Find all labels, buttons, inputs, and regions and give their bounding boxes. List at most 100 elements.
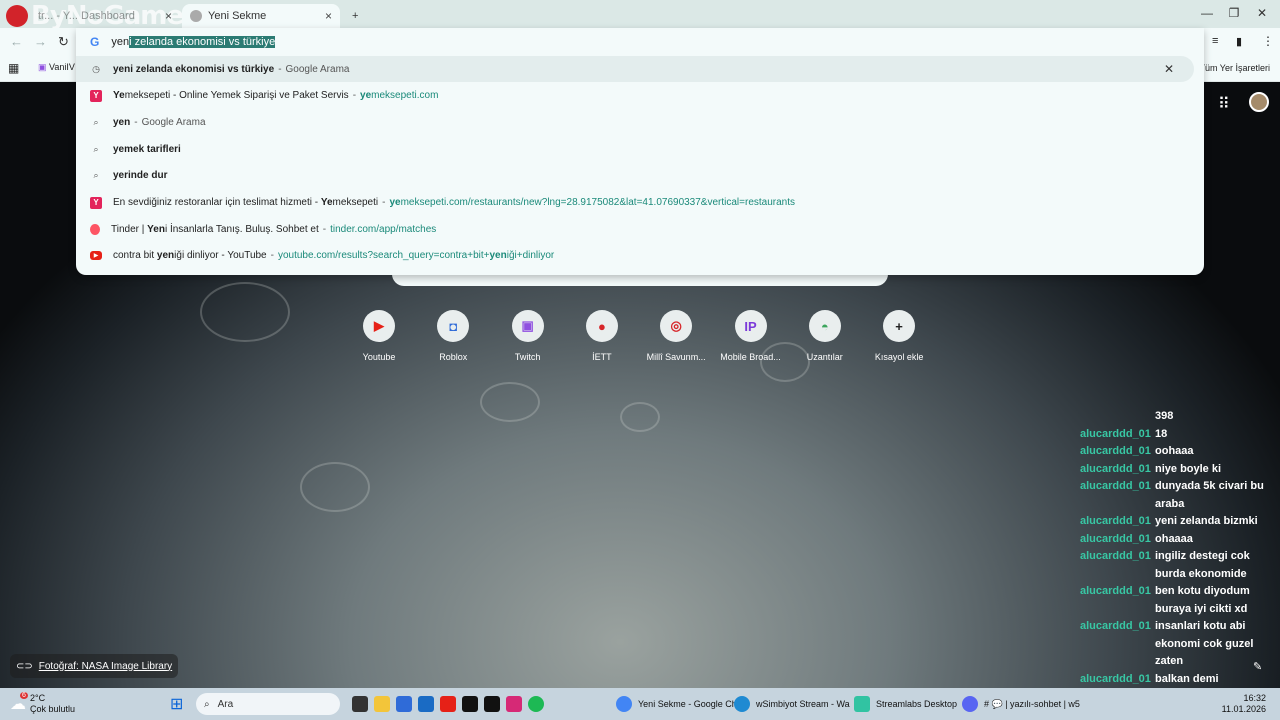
chat-message: alucarddd_01 yeni zelanda bizmki	[1080, 513, 1280, 531]
bookmark-icon[interactable]: ▮	[1236, 35, 1242, 48]
chat-username: alucarddd_01	[1080, 532, 1151, 545]
shortcut-tile[interactable]: ◘ Roblox	[415, 310, 491, 362]
instagram-icon[interactable]	[506, 696, 522, 712]
shortcut-icon: +	[883, 310, 916, 342]
omnibox-suggestion[interactable]: Tinder | Yen i İnsanlarla Tanış. Buluş. S…	[76, 216, 1204, 242]
taskbar-search[interactable]: ⌕ Ara	[196, 693, 340, 715]
pinned-apps	[352, 688, 550, 720]
tab-dashboard[interactable]: tr... - Y... Dashboard ×	[30, 4, 180, 28]
omnibox-suggestion[interactable]: Y En sevdiğiniz restoranlar için teslimat…	[76, 190, 1204, 216]
all-bookmarks-link[interactable]: Tüm Yer İşaretleri	[1199, 63, 1270, 73]
suggestion-separator: -	[382, 197, 386, 208]
twitch-icon: ▣	[38, 62, 47, 72]
weather-widget[interactable]: ☁ 6 2°C Çok bulutlu	[10, 688, 75, 720]
shortcut-label: Youtube	[362, 352, 396, 362]
omnibox-suggestion[interactable]: ⌕ ye rinde dur	[76, 163, 1204, 189]
capcut-icon[interactable]	[462, 696, 478, 712]
link-icon: ⊂⊃	[16, 660, 33, 672]
youtube-icon[interactable]	[440, 696, 456, 712]
streamlabs-icon	[854, 696, 870, 712]
omnibox-suggestion[interactable]: ⌕ yen - Google Arama	[76, 109, 1204, 135]
suggestion-match: yen	[113, 63, 131, 75]
back-icon[interactable]: ←	[10, 34, 23, 49]
discord-icon	[962, 696, 978, 712]
suggestion-match: Yen	[147, 223, 165, 235]
chat-username: alucarddd_01	[1080, 445, 1151, 457]
shortcut-label: Twitch	[514, 352, 541, 362]
close-tab-icon[interactable]: ×	[165, 9, 172, 23]
chat-username: alucarddd_01	[1080, 480, 1151, 492]
date: 11.01.2026	[1221, 704, 1266, 714]
shortcut-tile[interactable]: ● İETT	[564, 310, 640, 362]
restore-button[interactable]: ❐	[1222, 6, 1246, 20]
reload-icon[interactable]: ↻	[58, 34, 69, 50]
chat-username: alucarddd_01	[1080, 672, 1151, 685]
minimize-button[interactable]: —	[1195, 6, 1219, 20]
shortcut-tile[interactable]: ◎ Millî Savunm...	[638, 310, 714, 362]
shortcut-tile[interactable]: IP Mobile Broad...	[713, 310, 789, 362]
suggestion-text: rinde dur	[124, 170, 168, 182]
spotify-icon[interactable]	[528, 696, 544, 712]
chat-message: alucarddd_01 dunyada 5k civari bu araba	[1080, 478, 1280, 513]
tab-search-icon[interactable]: ≡	[1212, 35, 1218, 47]
weather-badge: 6	[20, 692, 28, 699]
chrome-icon	[616, 696, 632, 712]
start-button[interactable]: ⊞	[170, 688, 183, 720]
omnibox-autocomplete-text: i zelanda ekonomisi vs türkiye	[129, 36, 276, 48]
tiktok-icon[interactable]	[484, 696, 500, 712]
suggestion-url: youtube.com/results?search_query=contra+…	[277, 250, 490, 262]
menu-icon[interactable]: ⋮	[1262, 34, 1274, 48]
taskbar-app-streamlabs[interactable]: Streamlabs Desktop	[854, 688, 957, 720]
suggestion-url: tinder.com/app/matches	[330, 223, 437, 235]
google-apps-icon[interactable]: ⠿	[1218, 94, 1230, 114]
omnibox-suggestion[interactable]: ▶ contra bit yen iği dinliyor - YouTube - yo…	[76, 243, 1204, 269]
suggestion-match: yen	[113, 116, 131, 128]
chat-message: alucarddd_01 ingiliz destegi cok burda e…	[1080, 548, 1280, 583]
tab-label: tr... - Y... Dashboard	[38, 10, 135, 22]
outlook-icon[interactable]	[418, 696, 434, 712]
remove-suggestion-icon[interactable]: ✕	[1164, 62, 1174, 76]
omnibox-suggestion[interactable]: Y Ye meksepeti - Online Yemek Siparişi ve …	[76, 83, 1204, 109]
suggestion-text: iği dinliyor - YouTube	[174, 250, 267, 262]
omnibox-suggestion[interactable]: ⌕ ye mek tarifleri	[76, 136, 1204, 162]
chat-username: alucarddd_01	[1080, 462, 1151, 475]
search-icon: ⌕	[93, 143, 99, 154]
store-icon[interactable]	[396, 696, 412, 712]
tab-strip: ByNoGame tr... - Y... Dashboard × Yeni S…	[0, 0, 1280, 31]
shortcut-tile[interactable]: ◓ Uzantılar	[787, 310, 863, 362]
shortcut-label: Mobile Broad...	[720, 352, 781, 362]
edit-pencil-icon[interactable]: ✎	[1253, 660, 1262, 673]
shortcut-tile[interactable]: + Kısayol ekle	[861, 310, 937, 362]
system-clock[interactable]: 16:32 11.01.2026	[1222, 693, 1266, 715]
new-tab-button[interactable]: +	[344, 4, 366, 28]
shortcut-tile[interactable]: ▣ Twitch	[490, 310, 566, 362]
taskview-icon[interactable]	[352, 696, 368, 712]
photo-credit-link[interactable]: ⊂⊃ Fotoğraf: NASA Image Library	[10, 654, 179, 678]
omnibox-suggestion[interactable]: ◷ yen i zelanda ekonomisi vs türkiye - Googl…	[76, 56, 1194, 82]
shortcut-tile[interactable]: ▶ Youtube	[341, 310, 417, 362]
close-tab-icon[interactable]: ×	[325, 9, 332, 23]
taskbar-app-chrome[interactable]: Yeni Sekme - Google Ch	[616, 688, 737, 720]
shortcut-icon: ◘	[437, 310, 470, 342]
suggestion-text: i zelanda ekonomisi vs türkiye	[130, 63, 275, 75]
forward-icon[interactable]: →	[34, 34, 47, 49]
close-window-button[interactable]: ✕	[1250, 6, 1274, 20]
suggestion-separator: -	[352, 90, 357, 102]
chrome-icon	[190, 10, 202, 22]
tab-new-tab[interactable]: Yeni Sekme ×	[182, 4, 340, 28]
folder-icon[interactable]	[374, 696, 390, 712]
suggestion-text: En sevdiğiniz restoranlar için teslimat …	[113, 197, 321, 208]
avatar[interactable]	[1249, 92, 1269, 112]
suggestion-url-match: yen	[489, 250, 507, 262]
apps-grid-icon[interactable]: ▦	[8, 61, 19, 75]
chat-message: alucarddd_01 oohaaa	[1080, 443, 1280, 461]
omnibox-input[interactable]: G yen i zelanda ekonomisi vs türkiye	[76, 28, 1204, 56]
bookmark-vaniiv[interactable]: ▣ VaniIV	[38, 62, 75, 73]
chat-username: alucarddd_01	[1080, 550, 1151, 562]
chat-message: alucarddd_01 balkan demi	[1080, 671, 1280, 689]
google-icon: G	[90, 35, 100, 49]
taskbar-app-discord[interactable]: # 💬 | yazılı-sohbet | w5	[962, 688, 1080, 720]
suggestion-text: Tinder |	[111, 223, 148, 235]
taskbar-app-edge[interactable]: wSimbiyot Stream - Wa	[734, 688, 850, 720]
shortcut-label: Roblox	[439, 352, 468, 362]
